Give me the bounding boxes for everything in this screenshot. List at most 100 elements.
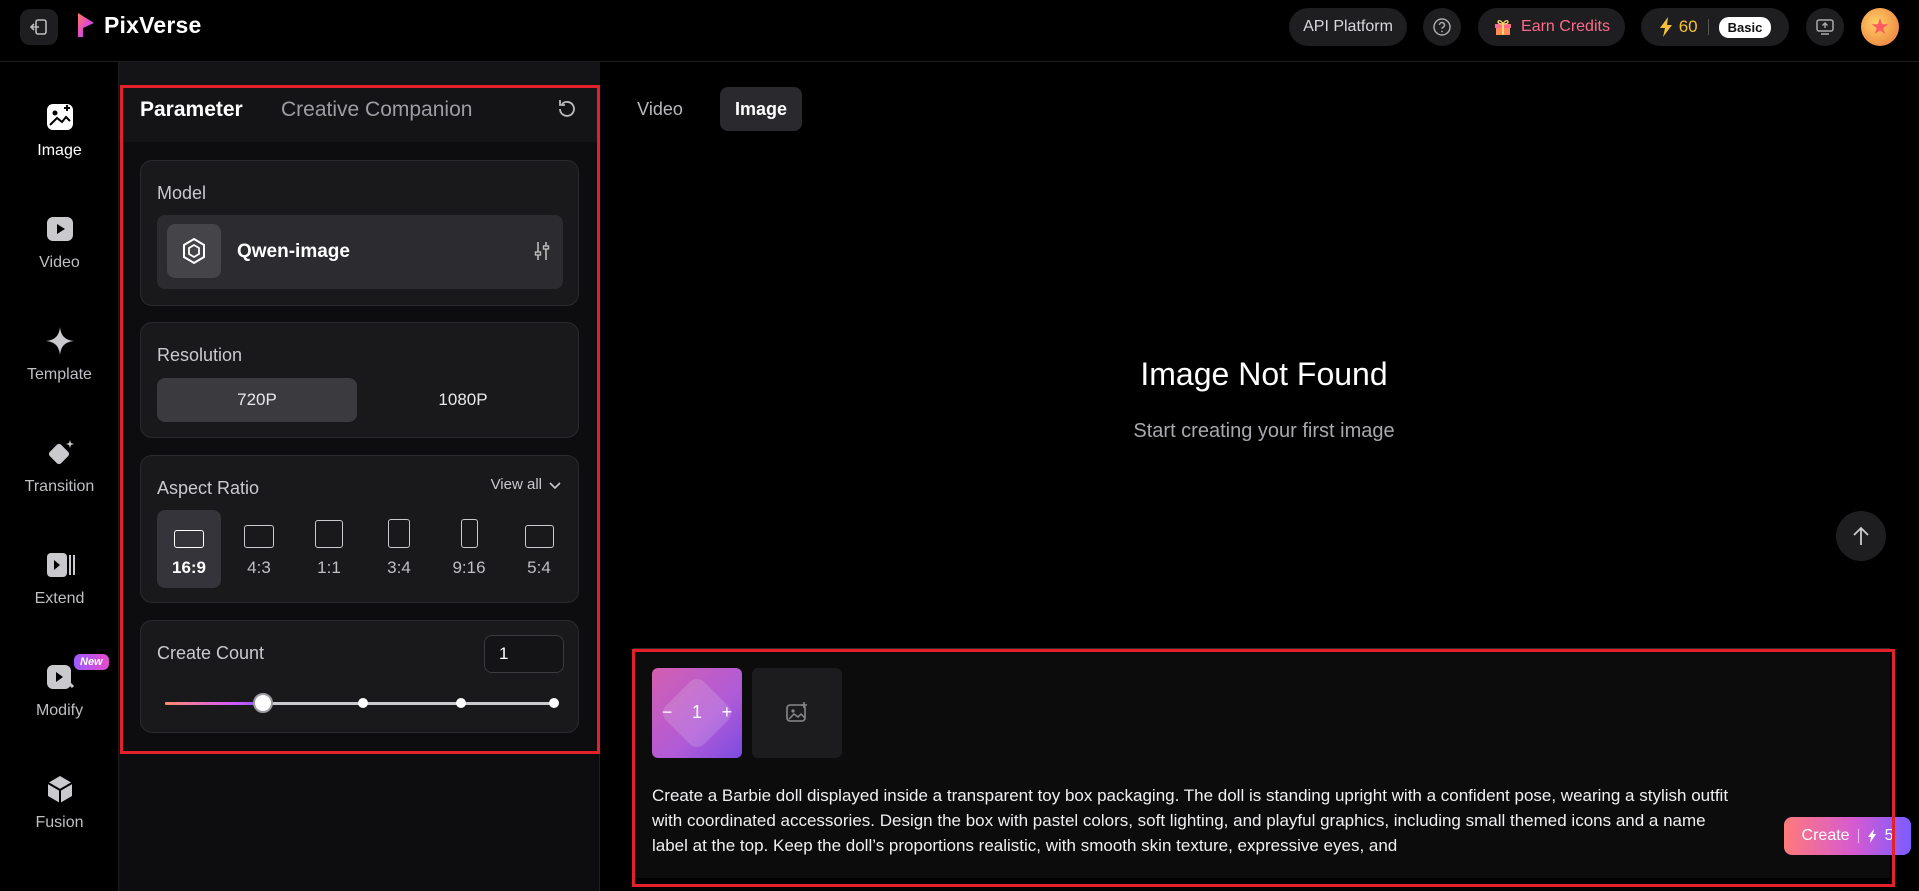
star-icon: ★ [1870,14,1890,39]
lightning-icon [1867,829,1876,843]
nav-label: Extend [34,590,85,607]
ratio-label: 5:4 [527,558,551,577]
credit-count: 60 [1678,17,1698,36]
create-count-slider[interactable] [165,693,559,713]
ratio-4-3[interactable]: 4:3 [227,510,291,588]
nav-item-video[interactable]: Video [0,214,119,272]
gift-icon [1495,20,1512,35]
view-all-label: View all [490,476,542,493]
view-all-button[interactable]: View all [491,476,562,493]
resolution-card: Resolution 720P 1080P [140,322,579,438]
aspect-ratio-card: Aspect Ratio View all 16:9 4:3 1:1 3:4 9… [140,455,579,603]
scroll-to-top-button[interactable] [1836,511,1886,561]
exit-button[interactable] [20,9,58,45]
parameter-panel: Parameter Creative Companion Model Qwen-… [119,62,600,891]
create-count-title: Create Count [157,643,265,663]
ratio-16-9[interactable]: 16:9 [157,510,221,588]
plan-badge: Basic [1718,16,1772,38]
prompt-composer: − 1 + Create a Barbie doll displayed ins… [633,648,1911,878]
create-cost: 5 [1884,827,1894,844]
app-name: PixVerse [104,11,202,38]
ratio-shape-icon [244,525,274,548]
nav-item-image[interactable]: Image [0,102,119,160]
divider [1857,829,1859,843]
nav-item-extend[interactable]: Extend [0,550,119,608]
avatar[interactable]: ★ [1861,8,1899,46]
arrow-up-icon [1853,526,1869,545]
nav-label: Video [39,254,80,271]
model-selector[interactable]: Qwen-image [157,215,563,289]
earn-credits-label: Earn Credits [1521,18,1610,35]
model-logo-icon [167,224,221,278]
resolution-1080p-button[interactable]: 1080P [363,378,563,422]
ratio-3-4[interactable]: 3:4 [367,510,431,588]
help-button[interactable] [1423,8,1461,46]
nav-item-template[interactable]: Template [0,326,119,384]
sparkle-icon [45,326,75,356]
pixverse-logo-icon [78,13,94,37]
ratio-1-1[interactable]: 1:1 [297,510,361,588]
create-button[interactable]: Create 5 [1784,817,1911,855]
earn-credits-button[interactable]: Earn Credits [1478,8,1625,46]
nav-item-transition[interactable]: Transition [0,438,119,496]
left-nav: Image Video Template Transition Extend N… [0,62,119,891]
extend-icon [45,550,75,580]
ratio-shape-icon [460,519,478,548]
video-icon [45,214,75,244]
empty-state-subtitle: Start creating your first image [1133,420,1395,442]
tab-parameter[interactable]: Parameter [140,98,243,122]
top-bar: PixVerse API Platform Earn Credits 60 Ba… [0,0,1919,62]
prompt-input[interactable]: Create a Barbie doll displayed inside a … [652,783,1732,858]
nav-item-modify[interactable]: New Modify [0,654,119,720]
divider [1707,19,1709,35]
feedback-icon [1816,19,1834,35]
ratio-shape-icon [388,519,410,548]
add-image-icon [786,702,807,722]
ratio-label: 9:16 [452,558,486,577]
plus-icon[interactable]: + [722,702,733,723]
nav-label: Template [27,366,92,383]
api-platform-button[interactable]: API Platform [1289,8,1407,46]
nav-label: Transition [24,478,95,495]
minus-icon[interactable]: − [662,702,673,723]
transition-icon [45,438,75,468]
reset-icon[interactable] [556,98,578,120]
tab-video[interactable]: Video [628,87,692,131]
sliders-icon[interactable] [531,240,553,262]
ratio-label: 4:3 [247,558,271,577]
tab-image[interactable]: Image [720,87,802,131]
ratio-shape-icon [524,525,554,548]
nav-label: Image [37,142,82,159]
slider-step-dot [358,698,368,708]
create-label: Create [1801,827,1850,844]
new-badge: New [74,654,109,670]
ratio-shape-icon [315,520,343,548]
lightning-icon [1659,17,1672,37]
gen-counter: − 1 + [652,702,742,723]
nav-label: Modify [35,702,84,719]
resolution-720p-button[interactable]: 720P [157,378,357,422]
feedback-button[interactable] [1806,8,1844,46]
resolution-title: Resolution [157,345,243,365]
chevron-down-icon [549,481,561,489]
app-logo[interactable]: PixVerse [76,11,202,39]
ratio-9-16[interactable]: 9:16 [437,510,501,588]
ratio-label: 1:1 [317,558,341,577]
exit-icon [30,19,47,35]
ratio-5-4[interactable]: 5:4 [507,510,571,588]
main-area: Video Image Image Not Found Start creati… [600,62,1919,891]
create-count-input[interactable]: 1 [484,635,564,673]
slider-thumb[interactable] [253,693,273,713]
ratio-label: 3:4 [387,558,411,577]
model-card: Model Qwen-image [140,160,579,306]
api-platform-label: API Platform [1303,18,1393,35]
modify-icon [45,662,75,692]
ratio-shape-icon [174,530,204,548]
tab-creative-companion[interactable]: Creative Companion [281,98,472,122]
nav-item-fusion[interactable]: Fusion [0,774,119,832]
slider-fill [165,702,263,705]
add-reference-image-button[interactable] [752,668,842,758]
credits-display[interactable]: 60 Basic [1641,8,1789,46]
generation-count-control[interactable]: − 1 + [652,668,742,758]
fusion-icon [45,774,75,804]
